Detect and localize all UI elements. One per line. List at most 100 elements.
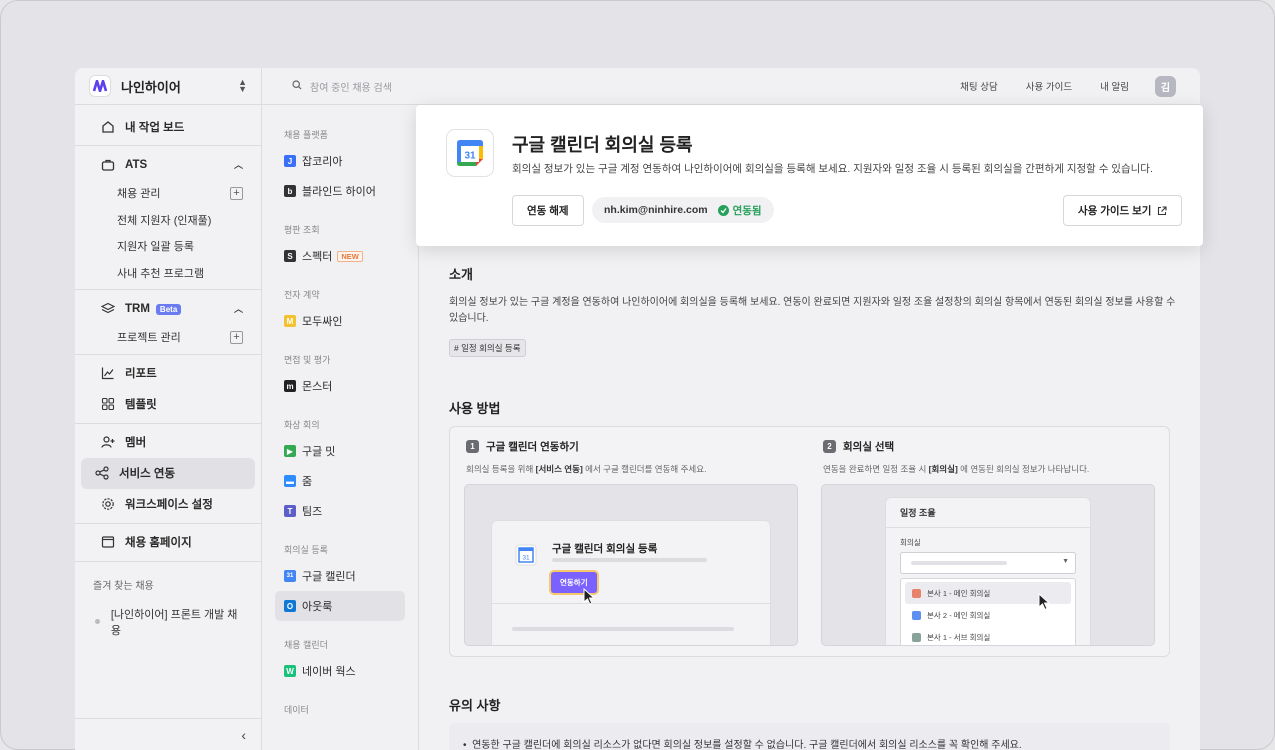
nav-label: ATS [125, 158, 148, 171]
room-option-label: 본사 1 - 서브 회의실 [927, 632, 991, 642]
divider [75, 289, 261, 290]
integration-label: 모두싸인 [302, 316, 343, 328]
nav-integrations[interactable]: 서비스 연동 [81, 457, 255, 489]
service-logo-icon: W [284, 665, 296, 677]
room-dropdown: ▼ [900, 552, 1076, 574]
step-title: 구글 캘린더 연동하기 [486, 441, 579, 453]
check-circle-icon [717, 204, 729, 216]
nav-sub-talent-pool[interactable]: 전체 지원자 (인재풀) [75, 207, 261, 234]
svg-text:31: 31 [522, 555, 530, 562]
nav-sub-projects[interactable]: 프로젝트 관리 + [75, 324, 261, 351]
service-logo-icon: m [284, 380, 296, 392]
integration-header-card: 31 구글 캘린더 회의실 등록 회의실 정보가 있는 구글 계정 연동하여 나… [416, 105, 1203, 246]
nav-template[interactable]: 템플릿 [81, 389, 255, 420]
nav-dashboard[interactable]: 내 작업 보드 [81, 111, 255, 142]
integration-item[interactable]: J 잡코리아 [275, 146, 405, 176]
step-2: 2 회의실 선택 연동을 완료하면 일정 조율 시 [회의실] 에 연동된 회의실… [823, 439, 1089, 475]
service-logo-icon: O [284, 600, 296, 612]
service-logo-icon: 31 [284, 570, 296, 582]
external-link-icon [1157, 205, 1168, 216]
placeholder-bar [512, 627, 734, 631]
nav-sub-referral[interactable]: 사내 추천 프로그램 [75, 260, 261, 287]
divider [75, 145, 261, 146]
integration-item[interactable]: O 아웃룩 [275, 591, 405, 621]
hashtag-badge[interactable]: # 일정 회의실 등록 [449, 339, 526, 357]
integration-item[interactable]: b 블라인드 하이어 [275, 176, 405, 206]
sort-arrows-icon: ▲ ▼ [238, 77, 247, 94]
integration-item[interactable]: S 스펙터 NEW [275, 241, 405, 271]
step-number: 1 [466, 440, 479, 453]
step-desc-bold: [회의실] [928, 464, 958, 474]
illustration-title: 구글 캘린더 회의실 등록 [552, 543, 658, 555]
nav-label: 워크스페이스 설정 [125, 499, 213, 511]
step-desc-pre: 연동을 완료하면 일정 조율 시 [823, 464, 929, 474]
integration-label: 네이버 웍스 [302, 666, 356, 678]
integration-label: 팀즈 [302, 506, 323, 518]
integration-item[interactable]: W 네이버 웍스 [275, 656, 405, 686]
search-placeholder: 참여 중인 채용 검색 [310, 82, 392, 94]
chat-support-link[interactable]: 채팅 상담 [960, 79, 998, 93]
illustration-card: 31 구글 캘린더 회의실 등록 연동하기 [491, 520, 772, 645]
add-icon[interactable]: + [230, 186, 243, 200]
integration-item[interactable]: M 모두싸인 [275, 306, 405, 336]
integration-label: 몬스터 [302, 381, 333, 393]
nav-sub-bulk-register[interactable]: 지원자 일괄 등록 [75, 233, 261, 260]
svg-text:31: 31 [464, 151, 476, 162]
favorite-item[interactable]: [나인하이어] 프론트 개발 채용 [75, 598, 261, 646]
service-logo-icon: J [284, 155, 296, 167]
nav-report[interactable]: 리포트 [81, 358, 255, 389]
integration-item[interactable]: T 팀즈 [275, 496, 405, 526]
integration-item[interactable]: m 몬스터 [275, 371, 405, 401]
bullet-dot [95, 619, 100, 624]
add-icon[interactable]: + [230, 330, 243, 344]
room-options: 본사 1 - 메인 회의실 본사 2 - 메인 회의실 본사 1 - 서브 회의… [900, 578, 1076, 645]
intro-text: 회의실 정보가 있는 구글 계정을 연동하여 나인하이어에 회의실을 등록해 보… [449, 297, 1176, 324]
nav-ats[interactable]: ATS ︿ [81, 149, 255, 180]
howto-heading: 사용 방법 [449, 401, 501, 416]
briefcase-icon [100, 157, 116, 173]
chevron-up-icon[interactable]: ︿ [234, 302, 243, 315]
nav-workspace-settings[interactable]: 워크스페이스 설정 [81, 489, 255, 520]
status-badge: 연동됨 [732, 204, 762, 217]
account-email: nh.kim@ninhire.com [604, 204, 708, 216]
chevron-up-icon[interactable]: ︿ [234, 158, 243, 171]
integration-item[interactable]: 31 구글 캘린더 [275, 561, 405, 591]
nav-label: 템플릿 [125, 399, 157, 411]
integration-label: 줌 [302, 476, 313, 488]
illustration-title: 일정 조율 [886, 498, 1090, 528]
nav-label: 내 작업 보드 [125, 121, 185, 134]
disconnect-button[interactable]: 연동 해제 [512, 195, 584, 226]
illustration-card: 일정 조율 회의실 ▼ 본사 1 - 메인 회의실 본사 2 - 메인 회의실 … [885, 497, 1091, 645]
beta-badge: Beta [155, 303, 182, 315]
nav-label: 채용 홈페이지 [125, 537, 192, 549]
search-icon [292, 79, 302, 93]
nav-sub-jobs[interactable]: 채용 관리 + [75, 180, 261, 207]
workspace-switcher[interactable]: 나인하이어 ▲ ▼ [75, 68, 261, 105]
search-input[interactable]: 참여 중인 채용 검색 [292, 79, 960, 94]
nav-trm[interactable]: TRM Beta ︿ [81, 293, 255, 324]
nav-label: 리포트 [125, 368, 157, 380]
sidebar: 나인하이어 ▲ ▼ 내 작업 보드 ATS ︿ 채용 관리 + 전체 지원자 (인재… [75, 68, 262, 750]
step-description: 연동을 완료하면 일정 조율 시 [회의실] 에 연동된 회의실 정보가 나타납… [823, 463, 1089, 475]
user-guide-link[interactable]: 사용 가이드 [1026, 79, 1072, 93]
room-option: 본사 1 - 서브 회의실 [905, 626, 1071, 645]
category-title: 면접 및 평가 [284, 355, 331, 365]
nav-career-page[interactable]: 채용 홈페이지 [81, 527, 255, 558]
integration-item[interactable]: ▶ 구글 밋 [275, 436, 405, 466]
divider [492, 603, 772, 604]
divider [75, 560, 261, 562]
nav-sub-label: 지원자 일괄 등록 [117, 241, 194, 254]
service-logo-icon: M [284, 315, 296, 327]
avatar[interactable]: 김 [1155, 75, 1176, 97]
collapse-sidebar-button[interactable]: ‹ [75, 718, 262, 750]
field-label: 회의실 [900, 538, 921, 547]
integration-label: 구글 캘린더 [302, 571, 356, 583]
browser-icon [100, 534, 116, 550]
category-title: 화상 회의 [284, 420, 320, 430]
category-title: 회의실 등록 [284, 545, 328, 555]
step-1: 1 구글 캘린더 연동하기 회의실 등록을 위해 [서비스 연동] 에서 구글 캘… [466, 439, 706, 475]
view-guide-button[interactable]: 사용 가이드 보기 [1063, 195, 1183, 226]
integration-item[interactable]: ▬ 줌 [275, 466, 405, 496]
nav-member[interactable]: 멤버 [81, 427, 255, 458]
notifications-link[interactable]: 내 알림 [1100, 79, 1129, 93]
